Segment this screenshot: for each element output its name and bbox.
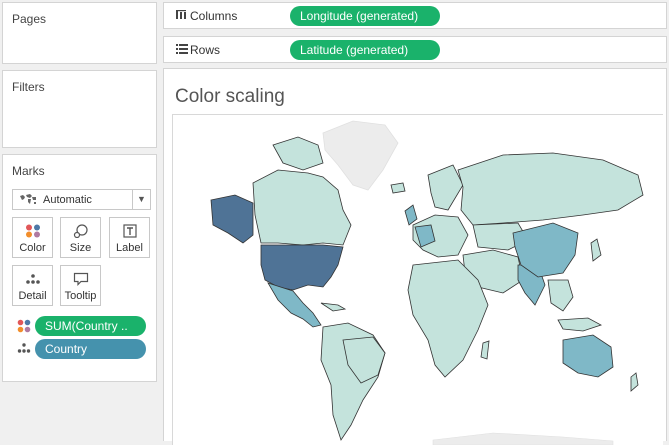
view-title: Color scaling — [175, 86, 285, 107]
map-region-canada-islands — [272, 136, 324, 171]
map-region-africa — [407, 259, 489, 378]
map-region-greenland — [322, 120, 399, 191]
detail-field-pill[interactable]: Country — [35, 339, 146, 359]
detail-dots-icon — [13, 272, 52, 286]
rows-label: Rows — [190, 43, 221, 57]
map-region-scandinavia — [427, 164, 464, 211]
map-region-russia — [457, 152, 644, 226]
map-region-southeast-asia — [547, 279, 574, 312]
label-button[interactable]: Label — [109, 217, 150, 258]
detail-encoding-icon — [17, 342, 31, 357]
mark-type-dropdown[interactable]: Automatic ▼ — [12, 189, 151, 210]
map-region-madagascar — [480, 340, 490, 360]
detail-button[interactable]: Detail — [12, 265, 53, 306]
chevron-down-icon[interactable]: ▼ — [132, 190, 150, 209]
color-field-pill[interactable]: SUM(Country .. — [35, 316, 146, 336]
pages-title: Pages — [12, 12, 47, 26]
map-region-usa — [260, 244, 344, 291]
map-region-caribbean — [320, 302, 347, 312]
map-region-antarctica — [432, 432, 614, 445]
longitude-pill[interactable]: Longitude (generated) — [290, 6, 440, 26]
map-region-uk — [404, 204, 418, 226]
color-button[interactable]: Color — [12, 217, 53, 258]
size-button-label: Size — [69, 242, 92, 254]
latitude-pill[interactable]: Latitude (generated) — [290, 40, 440, 60]
marks-title: Marks — [12, 164, 45, 178]
mark-type-value: Automatic — [43, 194, 92, 206]
map-region-new-zealand — [630, 372, 639, 392]
world-map[interactable] — [172, 114, 663, 445]
map-region-iceland — [390, 182, 406, 194]
marks-card: Marks Automatic ▼ Color Size Label Detai… — [2, 154, 157, 382]
size-button[interactable]: Size — [60, 217, 101, 258]
pages-card[interactable]: Pages — [2, 2, 157, 64]
rows-shelf[interactable]: Rows Latitude (generated) — [163, 36, 667, 63]
size-icon — [61, 224, 100, 239]
speech-bubble-icon — [61, 272, 100, 286]
detail-button-label: Detail — [18, 290, 47, 302]
map-icon — [18, 193, 38, 210]
view-card: Color scaling — [163, 68, 667, 445]
filters-card[interactable]: Filters — [2, 70, 157, 148]
map-region-japan — [590, 238, 602, 262]
columns-shelf[interactable]: Columns Longitude (generated) — [163, 2, 667, 29]
color-encoding-icon — [17, 319, 31, 336]
rows-icon — [175, 42, 189, 59]
map-region-indonesia — [557, 317, 603, 332]
color-dots-icon — [13, 224, 52, 238]
tooltip-button[interactable]: Tooltip — [60, 265, 101, 306]
columns-icon — [175, 8, 187, 25]
color-button-label: Color — [19, 242, 46, 254]
world-map-svg — [210, 120, 644, 445]
map-region-australia — [562, 334, 614, 378]
columns-label: Columns — [190, 9, 238, 23]
map-region-canada — [252, 169, 352, 246]
text-label-icon — [110, 224, 149, 238]
map-region-alaska — [210, 194, 254, 244]
tooltip-button-label: Tooltip — [64, 290, 97, 302]
filters-title: Filters — [12, 80, 45, 94]
label-button-label: Label — [116, 242, 143, 254]
